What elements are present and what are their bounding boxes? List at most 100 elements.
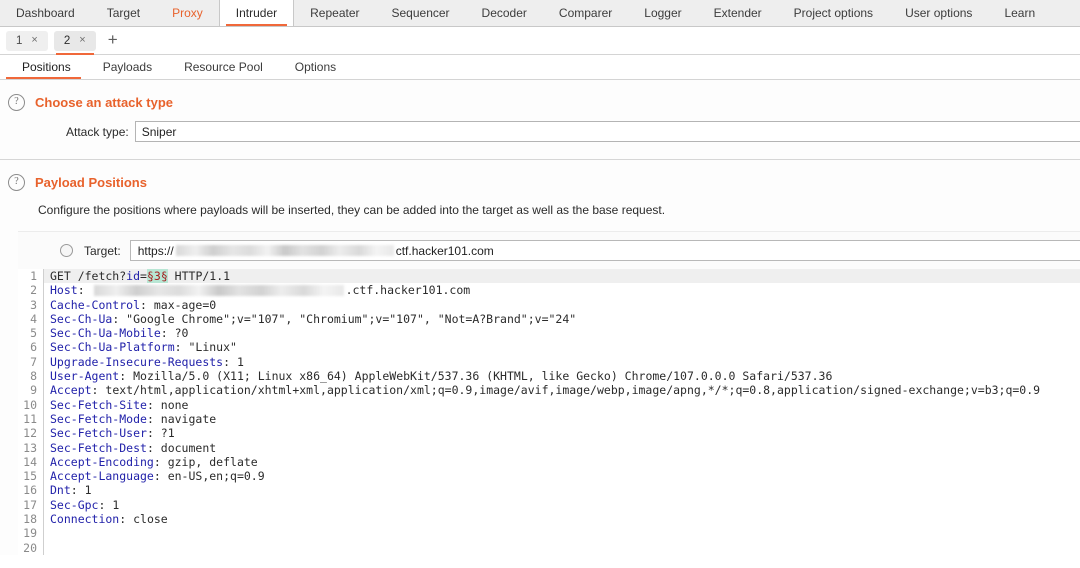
request-text-span: = [140,269,147,283]
request-line[interactable]: 17 Sec-Gpc: 1 [18,497,1080,513]
request-text-span: Accept-Language [50,469,154,484]
attack-tab-1[interactable]: 1 × [6,30,48,51]
request-line[interactable]: 16 Dnt: 1 [18,483,1080,498]
payload-positions-title: Payload Positions [35,175,147,190]
request-line[interactable]: 13 Sec-Fetch-Dest: document [18,440,1080,455]
request-line-text [44,541,1080,555]
line-number: 5 [18,326,44,341]
suite-tab-bar: Dashboard Target Proxy Intruder Repeater Sequ… [0,0,1080,27]
sub-tab-positions[interactable]: Positions [6,60,87,79]
request-text-span: : [77,283,92,298]
suite-tab-target[interactable]: Target [91,0,156,26]
suite-tab-logger[interactable]: Logger [628,0,697,26]
request-line[interactable]: 11 Sec-Fetch-Mode: navigate [18,411,1080,427]
line-number: 3 [18,297,44,312]
question-mark-icon[interactable]: ? [8,94,25,111]
request-line-text: Sec-Ch-Ua: "Google Chrome";v="107", "Chr… [44,312,1080,326]
line-number: 17 [18,497,44,513]
request-line-text: Host: .ctf.hacker101.com [44,283,1080,297]
request-line-text: Sec-Gpc: 1 [44,498,1080,512]
close-icon[interactable]: × [79,35,85,46]
suite-tab-sequencer[interactable]: Sequencer [376,0,466,26]
line-number: 9 [18,383,44,398]
payload-positions-section-header: ? Payload Positions [0,160,1080,191]
suite-tab-intruder[interactable]: Intruder [218,0,295,26]
request-text-span: Sec-Fetch-User [50,426,147,441]
line-number: 16 [18,483,44,498]
line-number: 18 [18,512,44,527]
suite-tab-repeater[interactable]: Repeater [294,0,375,26]
request-text-span: : en-US,en;q=0.9 [153,469,265,484]
request-text-span: Sec-Fetch-Mode [50,411,147,426]
request-text-span: : 1 [98,497,120,512]
request-text-span: : "Linux" [174,340,237,355]
suite-tab-proxy[interactable]: Proxy [156,0,219,26]
payload-position-marker: §3§ [146,269,168,283]
line-number: 20 [18,540,44,555]
attack-type-select[interactable]: Sniper [134,121,1080,142]
request-line-text: Sec-Ch-Ua-Mobile: ?0 [44,326,1080,340]
request-line[interactable]: 3 Cache-Control: max-age=0 [18,297,1080,312]
attack-tab-label: 2 [63,34,71,47]
close-icon[interactable]: × [31,35,37,46]
payload-positions-description: Configure the positions where payloads w… [38,203,666,217]
request-text-span: Host [50,283,78,298]
request-line[interactable]: 6 Sec-Ch-Ua-Platform: "Linux" [18,340,1080,355]
request-text-span: : text/html,application/xhtml+xml,applic… [91,383,1041,398]
intruder-sub-tab-bar: Positions Payloads Resource Pool Options [0,55,1080,80]
suite-tab-dashboard[interactable]: Dashboard [0,0,91,26]
request-line[interactable]: 15 Accept-Language: en-US,en;q=0.9 [18,469,1080,484]
line-number: 7 [18,354,44,370]
request-text-span: Accept-Encoding [50,454,154,469]
request-text-span: Sec-Ch-Ua [50,311,113,326]
attack-type-section-header: ? Choose an attack type [0,80,1080,111]
request-line[interactable]: 1 GET /fetch?id=§3§ HTTP/1.1 [18,269,1080,284]
request-line-text: Accept: text/html,application/xhtml+xml,… [44,383,1080,397]
request-text-span: : Mozilla/5.0 (X11; Linux x86_64) AppleW… [119,369,833,384]
attack-type-label: Attack type: [66,124,129,139]
request-line[interactable]: 8 User-Agent: Mozilla/5.0 (X11; Linux x86… [18,369,1080,384]
request-line-text: Sec-Fetch-User: ?1 [44,426,1080,440]
request-line[interactable]: 10 Sec-Fetch-Site: none [18,397,1080,412]
request-line-text: Sec-Ch-Ua-Platform: "Linux" [44,340,1080,354]
line-number: 1 [18,269,44,284]
positions-panel: Target: https://ctf.hacker101.com 1 GET /… [18,231,1080,555]
request-line-text: Sec-Fetch-Dest: document [44,441,1080,455]
target-input[interactable]: https:// ctf.hacker101.com [129,240,1080,261]
target-radio-button[interactable] [60,244,73,257]
request-line[interactable]: 18 Connection: close [18,512,1080,527]
request-text-span: : "Google Chrome";v="107", "Chromium";v=… [112,311,577,326]
suite-tab-extender[interactable]: Extender [698,0,778,26]
request-text-span: Sec-Gpc [50,497,99,512]
request-line[interactable]: 9 Accept: text/html,application/xhtml+xml… [18,383,1080,398]
request-line[interactable]: 12 Sec-Fetch-User: ?1 [18,426,1080,441]
line-number: 4 [18,311,44,327]
suite-tab-comparer[interactable]: Comparer [543,0,628,26]
sub-tab-payloads[interactable]: Payloads [87,60,168,79]
attack-tab-2[interactable]: 2 × [53,30,96,55]
add-attack-tab-button[interactable]: + [102,31,124,48]
request-line[interactable]: 7 Upgrade-Insecure-Requests: 1 [18,354,1080,370]
suite-tab-decoder[interactable]: Decoder [466,0,543,26]
request-line[interactable]: 19 [18,526,1080,541]
line-number: 19 [18,526,44,541]
request-editor[interactable]: 1 GET /fetch?id=§3§ HTTP/1.1 2 Host: .ctf.h… [18,269,1080,555]
question-mark-icon[interactable]: ? [8,174,25,191]
line-number: 2 [18,283,44,298]
suite-tab-user-options[interactable]: User options [889,0,988,26]
request-text-span: .ctf.hacker101.com [345,283,471,298]
request-line[interactable]: 20 [18,540,1080,555]
target-redacted-host [175,245,394,256]
line-number: 8 [18,369,44,384]
suite-tab-project-options[interactable]: Project options [778,0,889,26]
request-line[interactable]: 4 Sec-Ch-Ua: "Google Chrome";v="107", "Ch… [18,311,1080,327]
sub-tab-resource-pool[interactable]: Resource Pool [168,60,279,79]
request-line[interactable]: 2 Host: .ctf.hacker101.com [18,283,1080,298]
suite-tab-learn[interactable]: Learn [988,0,1051,26]
sub-tab-options[interactable]: Options [279,60,352,79]
request-text-span: Connection [50,512,120,527]
request-text-span: User-Agent [50,369,120,384]
request-line[interactable]: 5 Sec-Ch-Ua-Mobile: ?0 [18,326,1080,341]
request-line[interactable]: 14 Accept-Encoding: gzip, deflate [18,454,1080,470]
target-row: Target: https:// ctf.hacker101.com [18,232,1080,269]
